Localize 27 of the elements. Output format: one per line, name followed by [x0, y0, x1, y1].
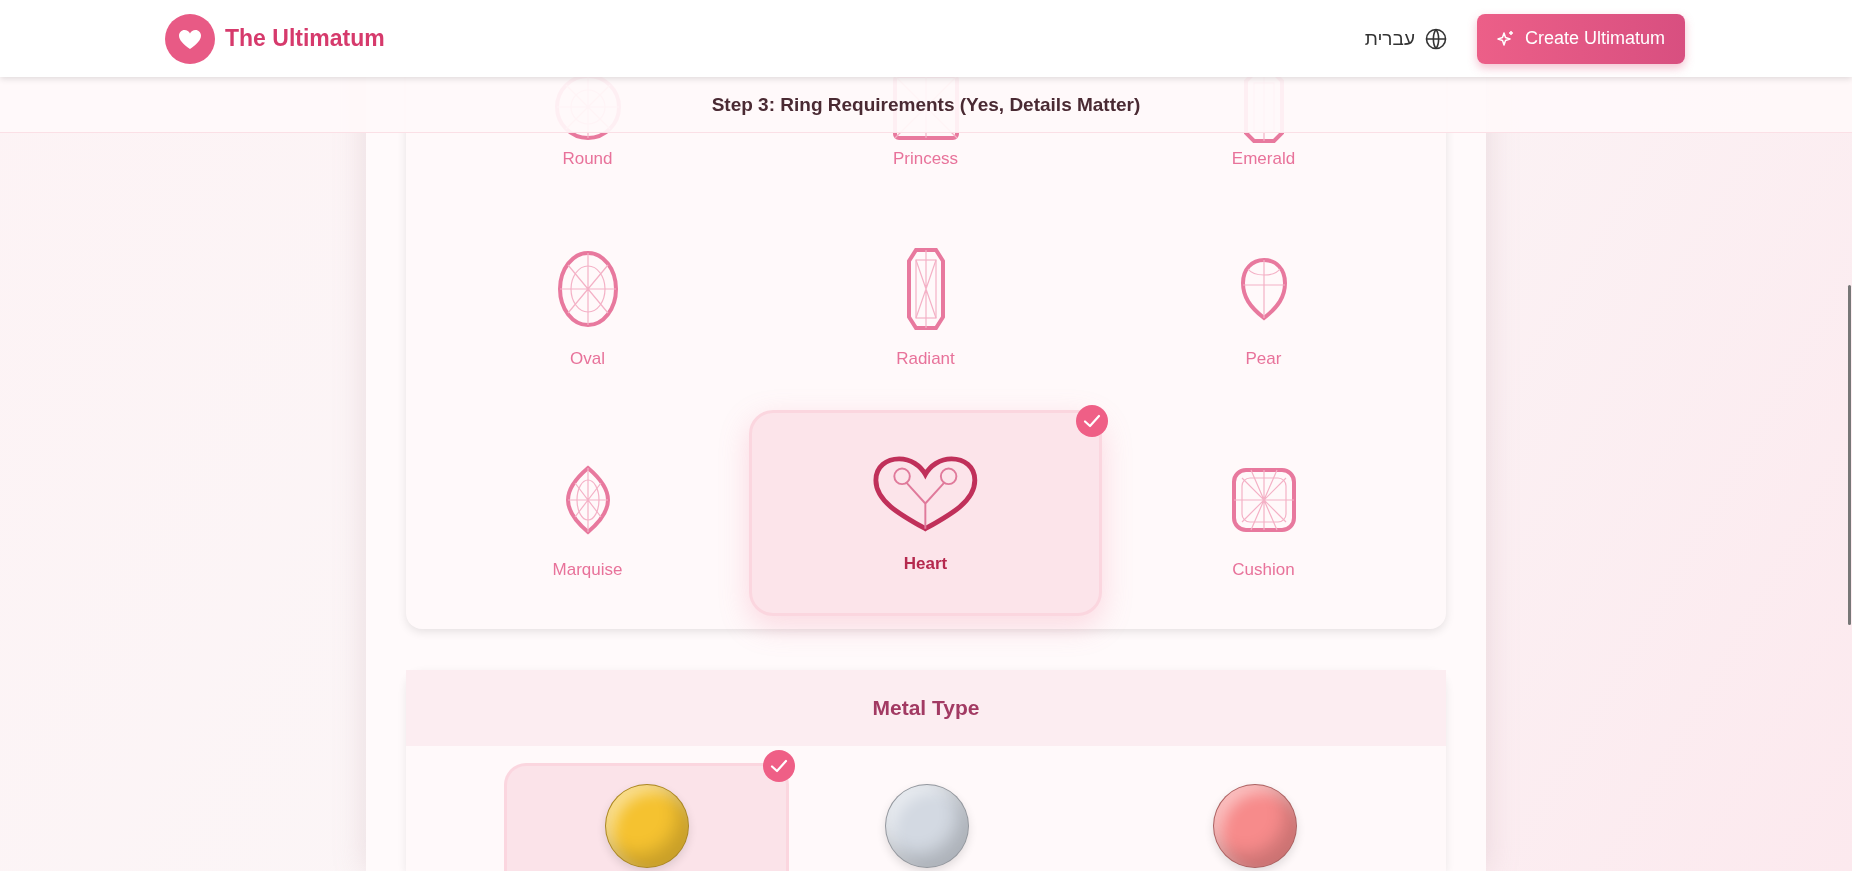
shape-option[interactable]: Marquise — [426, 421, 749, 616]
shape-option[interactable]: Heart — [749, 410, 1102, 616]
shape-option[interactable]: Cushion — [1102, 421, 1425, 616]
brand-title: The Ultimatum — [225, 25, 385, 52]
heart-logo-icon[interactable] — [165, 13, 215, 64]
cushion-shape-icon — [1230, 466, 1297, 533]
heart-shape-icon — [872, 455, 979, 533]
check-icon — [763, 750, 795, 782]
create-ultimatum-button[interactable]: Create Ultimatum — [1476, 13, 1685, 64]
shape-option[interactable]: Radiant — [749, 210, 1102, 405]
sparkle-icon — [1496, 29, 1515, 48]
oval-shape-icon — [555, 248, 620, 329]
radiant-shape-icon — [905, 246, 946, 331]
language-link[interactable]: עברית — [1364, 27, 1447, 50]
step-title: Step 3: Ring Requirements (Yes, Details Matter) — [711, 93, 1141, 116]
shape-option[interactable]: Oval — [426, 210, 749, 405]
shape-option[interactable]: Round — [426, 146, 749, 205]
scrollbar[interactable] — [1848, 285, 1851, 625]
shape-option[interactable]: Pear — [1102, 210, 1425, 405]
check-icon — [1076, 405, 1108, 437]
metal-option[interactable] — [504, 763, 789, 871]
section-title: Metal Type — [872, 696, 980, 720]
shape-option[interactable]: Princess — [749, 146, 1102, 205]
shape-option[interactable]: Emerald — [1102, 146, 1425, 205]
globe-icon — [1424, 27, 1447, 50]
marquise-shape-icon — [564, 464, 611, 535]
pear-shape-icon — [1239, 256, 1288, 321]
